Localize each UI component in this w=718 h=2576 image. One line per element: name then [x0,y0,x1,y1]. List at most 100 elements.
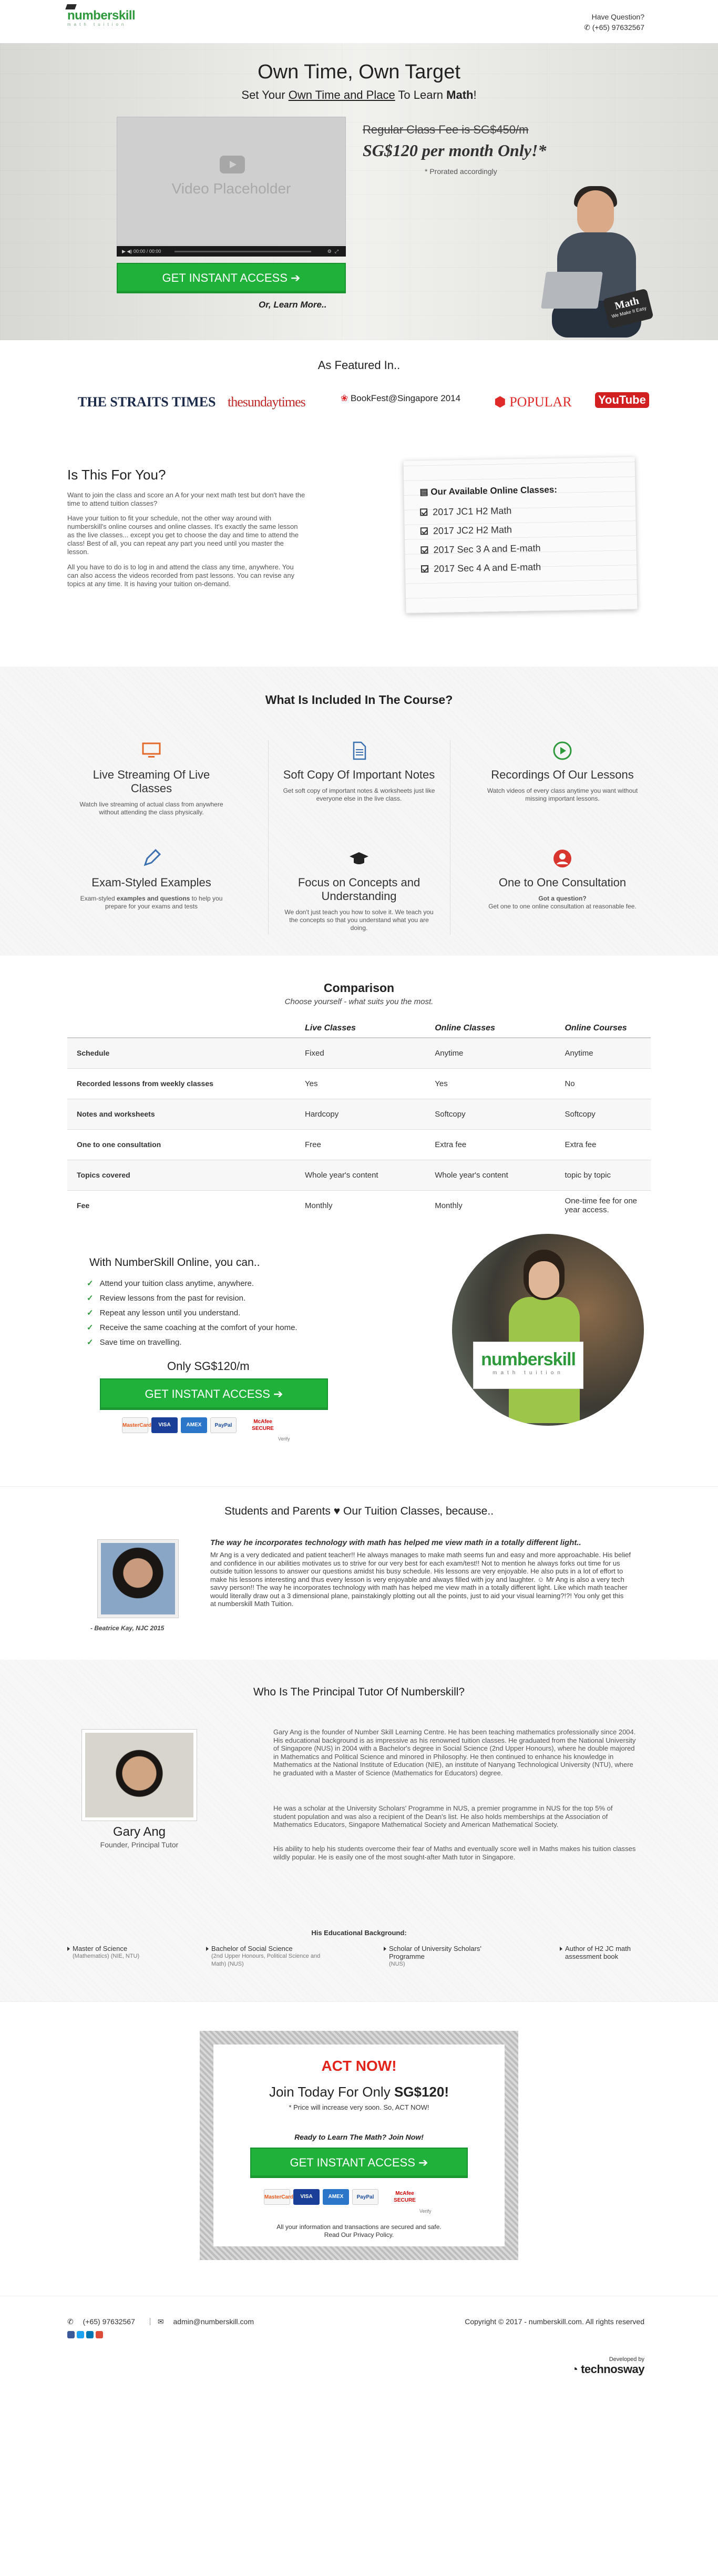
mcafee-logo: McAfee SECURE [242,1417,284,1433]
note-title: ▤ Our Available Online Classes: [419,484,558,497]
benefit-item: ✓ Repeat any lesson until you understand. [87,1309,241,1317]
pencil-icon [143,849,161,866]
play-icon[interactable] [220,156,245,173]
for-you-section: Is This For You? Want to join the class … [0,425,718,656]
numberskill-logo-card: numberskill math tuition [473,1342,583,1389]
header: numberskill math tuition Have Question? … [0,0,718,43]
class-list: 2017 JC1 H2 Math 2017 JC2 H2 Math 2017 S… [420,500,541,578]
for-you-para-2: Have your tuition to fit your schedule, … [67,514,299,556]
graduation-cap-icon [350,852,368,864]
twitter-icon[interactable] [77,2331,84,2338]
phone-icon: ✆ [67,2317,76,2326]
video-player[interactable]: Video Placeholder [117,117,346,246]
for-you-title: Is This For You? [67,467,166,483]
featured-title: As Featured In.. [317,359,401,372]
for-you-para-1: Want to join the class and score an A fo… [67,491,305,507]
support-icon [553,850,571,867]
video-placeholder-text: Video Placeholder [171,180,291,197]
principal-role: Founder, Principal Tutor [100,1841,179,1849]
footer-email[interactable]: ✉ admin@numberskill.com [158,2317,261,2326]
only-price: Only SG$120/m [167,1359,250,1373]
verify-link[interactable]: Verify [278,1436,290,1442]
popular-logo: ⬢ POPULAR [494,394,572,410]
feature-concepts: Focus on Concepts and Understanding We d… [280,848,438,932]
hero-get-access-button[interactable]: GET INSTANT ACCESS ➔ [117,263,346,293]
bookfest-logo: ❀ BookFest@Singapore 2014 [341,393,461,403]
testimonial-author: - Beatrice Kay, NJC 2015 [90,1624,165,1632]
class-item: 2017 JC1 H2 Math [420,500,540,522]
hero-price: SG$120 per month Only!* [363,141,547,160]
join-today: Join Today For Only SG$120! [269,2084,449,2100]
principal-title: Who Is The Principal Tutor Of Numberskil… [253,1686,465,1698]
mcafee-logo: McAfee SECURE [384,2189,426,2205]
hero-subtitle: Set Your Own Time and Place To Learn Mat… [241,88,477,101]
check-icon: ✓ [87,1309,94,1317]
volume-icon[interactable]: ◀) [127,249,133,254]
for-you-para-3: All you have to do is to log in and atte… [67,563,295,588]
act-now-title: ACT NOW! [321,2058,397,2074]
check-icon: ✓ [87,1279,94,1288]
ready-to-learn: Ready to Learn The Math? Join Now! [294,2133,424,2141]
site-logo[interactable]: numberskill math tuition [65,4,136,27]
testimonial-avatar [97,1539,179,1618]
google-plus-icon[interactable] [96,2331,103,2338]
sunday-times-logo: thesundaytimes [228,394,306,410]
straits-times-logo: THE STRAITS TIMES [78,394,216,410]
check-icon: ✓ [87,1338,94,1347]
paypal-logo: PayPal [210,1417,237,1433]
verify-link[interactable]: Verify [419,2209,432,2214]
phone-icon: ✆ [584,23,592,32]
class-item: 2017 Sec 3 A and E-math [420,538,541,559]
testimonial-text: Mr Ang is a very dedicated and patient t… [210,1551,631,1608]
student-circle-image: numberskill math tuition [452,1234,644,1426]
act-now-card: ACT NOW! Join Today For Only SG$120! * P… [200,2031,518,2260]
checkbox-icon [420,527,428,535]
education-item: Author of H2 JC math assessment book [560,1945,649,1960]
paypal-logo: PayPal [352,2189,378,2205]
fullscreen-icon[interactable]: ⚙⤢ [327,246,342,257]
featured-section: As Featured In.. THE STRAITS TIMES thesu… [0,359,718,425]
linkedin-icon[interactable] [86,2331,94,2338]
education-item: Bachelor of Social Science (2nd Upper Hon… [206,1945,332,1968]
act-now-get-access-button[interactable]: GET INSTANT ACCESS ➔ [250,2148,468,2178]
privacy-policy-link[interactable]: Read Our Privacy Policy. [213,2231,505,2239]
visa-logo: VISA [151,1417,178,1433]
available-classes-note: ▤ Our Available Online Classes: 2017 JC1… [403,457,638,614]
class-item: 2017 Sec 4 A and E-math [420,557,541,578]
video-controls[interactable]: ▶ ◀) 00:00 / 00:00 ⚙⤢ [117,246,346,257]
benefit-item: ✓ Save time on travelling. [87,1338,182,1347]
principal-name: Gary Ang [112,1825,166,1839]
feature-soft-copy-notes: Soft Copy Of Important Notes Get soft co… [280,740,438,803]
principal-bio-2: He was a scholar at the University Schol… [273,1804,613,1828]
footer-phone[interactable]: ✆ (+65) 97632567 [67,2317,142,2326]
benefit-item: ✓ Attend your tuition class anytime, anyw… [87,1279,254,1288]
learn-more-link[interactable]: Or, Learn More.. [259,300,326,310]
col-online-courses: Online Courses [560,1019,651,1038]
monitor-icon [142,742,161,758]
table-row: Recorded lessons from weekly classes Yes Y… [67,1068,651,1099]
benefits-get-access-button[interactable]: GET INSTANT ACCESS ➔ [100,1378,328,1410]
table-row: Schedule Fixed Anytime Anytime [67,1037,651,1068]
education-title: His Educational Background: [311,1929,407,1937]
feature-recordings: Recordings Of Our Lessons Watch videos o… [484,740,641,803]
testimonial-quote: The way he incorporates technology with … [210,1538,581,1547]
sign-in-icon: ➔ [291,271,301,284]
class-item: 2017 JC2 H2 Math [420,519,541,540]
facebook-icon[interactable] [67,2331,75,2338]
header-phone[interactable]: ✆ (+65) 97632567 [584,22,644,33]
education-item: Master of Science (Mathematics) (NIE, NTU… [67,1945,193,1960]
sign-in-icon: ➔ [418,2156,428,2169]
video-progress-bar[interactable] [175,251,311,252]
col-live: Live Classes [301,1019,431,1038]
secure-note: All your information and transactions ar… [213,2223,505,2239]
checkbox-icon [420,508,428,516]
amex-logo: AMEX [323,2189,349,2205]
testimonial-title: Students and Parents ♥ Our Tuition Class… [224,1505,494,1517]
check-icon: ✓ [87,1323,94,1332]
comparison-title: Comparison [323,981,395,995]
developer-credit[interactable]: Developed by ◔ technosway [571,2356,645,2376]
price-increase-note: * Price will increase very soon. So, ACT… [289,2103,429,2111]
table-row: One to one consultation Free Extra fee Extr… [67,1129,651,1160]
table-row: Topics covered Whole year's content Whole … [67,1159,651,1190]
play-control-icon[interactable]: ▶ [122,249,127,254]
